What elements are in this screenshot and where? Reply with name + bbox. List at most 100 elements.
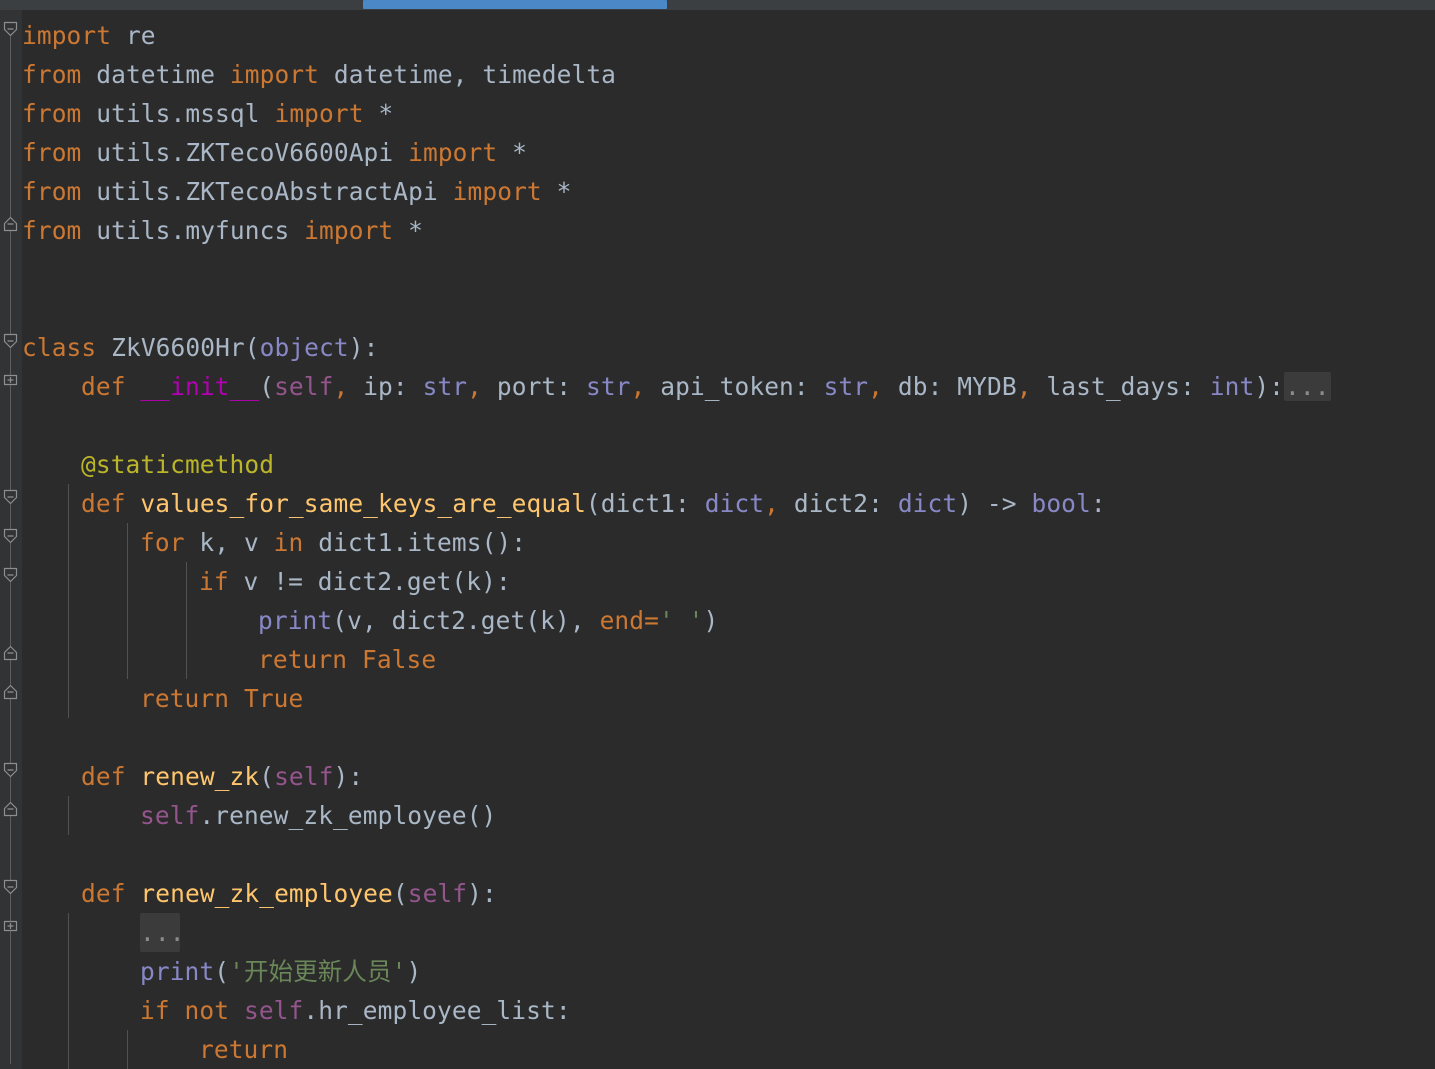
fold-collapse-down-icon[interactable] bbox=[1, 488, 20, 507]
token-param-ip: ip: bbox=[348, 372, 423, 401]
token-keyword: import bbox=[229, 60, 320, 89]
token-type-dict: dict bbox=[704, 489, 765, 518]
token-module: datetime bbox=[81, 60, 230, 89]
horizontal-scrollbar-track[interactable] bbox=[0, 0, 1435, 10]
token-string: ' ' bbox=[658, 606, 704, 635]
code-folding-gutter[interactable] bbox=[0, 10, 22, 1069]
token-string-chinese: '开始更新人员' bbox=[229, 957, 407, 986]
collapsed-region-placeholder[interactable]: ... bbox=[1284, 372, 1331, 401]
token-call-args: (v, dict2.get(k), bbox=[332, 606, 600, 635]
code-line-20: def renew_zk(self): bbox=[22, 757, 363, 796]
token-comma: , bbox=[868, 372, 884, 401]
code-line-6: from utils.myfuncs import * bbox=[22, 211, 423, 250]
code-line-1: import re bbox=[22, 16, 156, 55]
token-class-name: ZkV6600Hr( bbox=[96, 333, 260, 362]
fold-collapse-down-icon[interactable] bbox=[1, 527, 20, 546]
token-self: self bbox=[243, 996, 304, 1025]
token-function-name: values_for_same_keys_are_equal bbox=[125, 489, 586, 518]
token-keyword: import bbox=[22, 21, 112, 50]
code-line-13: def values_for_same_keys_are_equal(dict1… bbox=[22, 484, 1106, 523]
token-dunder-init: __init__ bbox=[125, 372, 260, 401]
token-type-dict: dict bbox=[897, 489, 958, 518]
token-keyword-if: if bbox=[199, 567, 229, 596]
code-line-3: from utils.mssql import * bbox=[22, 94, 393, 133]
code-line-10: def __init__(self, ip: str, port: str, a… bbox=[22, 367, 1331, 406]
token-type-str: str bbox=[585, 372, 631, 401]
token-type-bool: bool bbox=[1031, 489, 1091, 518]
token-keyword: from bbox=[22, 177, 82, 206]
fold-collapse-down-icon[interactable] bbox=[1, 20, 20, 39]
token-star: * bbox=[541, 177, 572, 206]
token-param-last-days: last_days: bbox=[1031, 372, 1210, 401]
token-keyword: class bbox=[22, 333, 97, 362]
token-constant-false: False bbox=[361, 645, 437, 674]
fold-collapse-up-icon[interactable] bbox=[1, 215, 20, 234]
fold-collapse-down-icon[interactable] bbox=[1, 332, 20, 351]
fold-collapse-down-icon[interactable] bbox=[1, 878, 20, 897]
token-punct: ) bbox=[703, 606, 719, 635]
token-names: datetime, timedelta bbox=[319, 60, 617, 89]
token-param-port: port: bbox=[482, 372, 586, 401]
token-constant-true: True bbox=[243, 684, 304, 713]
token-comma: , bbox=[630, 372, 646, 401]
code-line-15: if v != dict2.get(k): bbox=[22, 562, 511, 601]
token-star: * bbox=[497, 138, 527, 167]
horizontal-scrollbar-thumb[interactable] bbox=[363, 0, 667, 9]
token-punct: ): bbox=[1254, 372, 1285, 401]
token-param-dict2: dict2: bbox=[779, 489, 898, 518]
token-keyword-return: return bbox=[199, 1035, 289, 1064]
token-function-name: renew_zk bbox=[125, 762, 260, 791]
token-keyword-if: if bbox=[140, 996, 170, 1025]
token-punct: ( bbox=[259, 762, 275, 791]
token-star: * bbox=[363, 99, 394, 128]
token-module: re bbox=[111, 21, 156, 50]
token-keyword: from bbox=[22, 216, 82, 245]
token-punct: ): bbox=[333, 762, 364, 791]
token-condition: v != dict2.get(k): bbox=[228, 567, 511, 596]
token-keyword: def bbox=[81, 372, 126, 401]
code-editor: import re from datetime import datetime,… bbox=[0, 0, 1435, 1069]
code-line-2: from datetime import datetime, timedelta bbox=[22, 55, 616, 94]
token-keyword: from bbox=[22, 99, 82, 128]
token-module: utils.myfuncs bbox=[81, 216, 305, 245]
fold-expand-icon[interactable] bbox=[1, 371, 20, 390]
collapsed-region-placeholder[interactable]: ... bbox=[140, 913, 184, 952]
token-attribute: .hr_employee_list: bbox=[303, 996, 571, 1025]
token-self: self bbox=[274, 372, 334, 401]
code-line-16: print(v, dict2.get(k), end=' ') bbox=[22, 601, 718, 640]
fold-collapse-up-icon[interactable] bbox=[1, 644, 20, 663]
code-line-24: ... bbox=[22, 913, 184, 952]
token-self: self bbox=[274, 762, 334, 791]
token-keyword: import bbox=[452, 177, 542, 206]
code-text-area[interactable]: import re from datetime import datetime,… bbox=[22, 10, 1435, 1069]
token-comma: , bbox=[333, 372, 349, 401]
code-line-17: return False bbox=[22, 640, 436, 679]
token-base-class: object bbox=[259, 333, 349, 362]
code-line-27: return bbox=[22, 1030, 288, 1069]
token-param-dict1: (dict1: bbox=[585, 489, 705, 518]
code-line-25: print('开始更新人员') bbox=[22, 952, 421, 991]
token-keyword-not: not bbox=[169, 996, 244, 1025]
token-method-call: .renew_zk_employee() bbox=[199, 801, 497, 830]
token-decorator-staticmethod: @staticmethod bbox=[81, 450, 275, 479]
fold-collapse-up-icon[interactable] bbox=[1, 800, 20, 819]
fold-collapse-up-icon[interactable] bbox=[1, 683, 20, 702]
token-keyword-in: in bbox=[273, 528, 304, 557]
fold-collapse-down-icon[interactable] bbox=[1, 566, 20, 585]
token-punct: ( bbox=[259, 372, 275, 401]
token-keyword: def bbox=[81, 762, 126, 791]
token-comma: , bbox=[1016, 372, 1032, 401]
token-star: * bbox=[393, 216, 423, 245]
token-keyword: def bbox=[81, 489, 126, 518]
code-line-5: from utils.ZKTecoAbstractApi import * bbox=[22, 172, 571, 211]
token-type-int: int bbox=[1209, 372, 1255, 401]
code-line-23: def renew_zk_employee(self): bbox=[22, 874, 497, 913]
token-param-db: db: bbox=[883, 372, 958, 401]
token-keyword: import bbox=[408, 138, 498, 167]
token-keyword: from bbox=[22, 60, 82, 89]
token-module: utils.mssql bbox=[81, 99, 275, 128]
fold-collapse-down-icon[interactable] bbox=[1, 761, 20, 780]
fold-expand-icon[interactable] bbox=[1, 917, 20, 936]
token-iterable: dict1.items(): bbox=[303, 528, 527, 557]
token-keyword: def bbox=[81, 879, 126, 908]
